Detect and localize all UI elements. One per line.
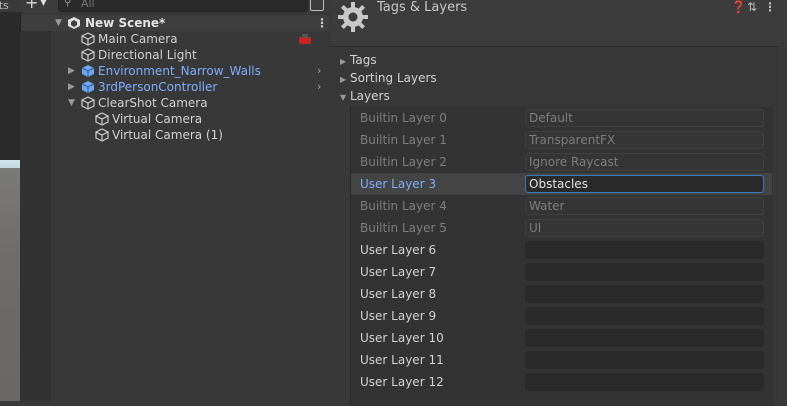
expand-arrow-icon[interactable]: ▼ xyxy=(55,15,62,31)
layer-input[interactable] xyxy=(525,241,764,259)
section-layers-label: Layers xyxy=(350,89,390,103)
hierarchy-item-clearshot[interactable]: ▼ ClearShot Camera xyxy=(21,95,329,111)
hierarchy-item-label: Virtual Camera (1) xyxy=(112,128,223,142)
layer-field: Water xyxy=(525,197,764,215)
layer-name: User Layer 7 xyxy=(360,265,437,279)
layer-row: Builtin Layer 4 Water xyxy=(351,195,772,217)
layer-name: Builtin Layer 1 xyxy=(360,133,447,147)
chevron-down-icon: ▼ xyxy=(40,0,47,7)
section-tags[interactable]: ▶ Tags xyxy=(340,51,377,69)
layer-name: User Layer 10 xyxy=(360,331,444,345)
scene-row[interactable]: ▼ New Scene* xyxy=(21,15,329,31)
kebab-menu-icon[interactable]: ⋮ xyxy=(316,16,328,30)
viewport-scene xyxy=(0,168,20,401)
hierarchy-item-label: Directional Light xyxy=(98,48,197,62)
gameobject-cube-icon xyxy=(81,32,95,46)
layer-input[interactable] xyxy=(525,307,764,325)
hierarchy-item-label: Virtual Camera xyxy=(112,112,203,126)
layer-name: User Layer 6 xyxy=(360,243,437,257)
layer-row[interactable]: User Layer 12 xyxy=(351,371,772,393)
layer-name: Builtin Layer 0 xyxy=(360,111,447,125)
layer-row: Builtin Layer 5 UI xyxy=(351,217,772,239)
viewport-tab-label: ats xyxy=(0,0,9,12)
layer-input[interactable] xyxy=(525,351,764,369)
settings-gear-icon xyxy=(338,2,368,32)
layer-input[interactable] xyxy=(525,263,764,281)
hierarchy-search[interactable]: ⚲ xyxy=(58,0,308,12)
viewport-tab[interactable]: ats xyxy=(0,0,20,12)
unity-scene-icon xyxy=(68,17,80,29)
layer-field: Default xyxy=(525,109,764,127)
hierarchy-item-3rdperson[interactable]: ▶ 3rdPersonController › xyxy=(21,79,329,95)
search-input[interactable] xyxy=(81,0,281,10)
gameobject-cube-icon xyxy=(95,128,109,142)
prefab-cube-icon xyxy=(81,81,95,93)
hierarchy-item-label: ClearShot Camera xyxy=(98,96,208,110)
kebab-menu-icon[interactable]: ⋮ xyxy=(764,0,776,14)
gameobject-cube-icon xyxy=(81,48,95,62)
hierarchy-item-virtual-camera[interactable]: Virtual Camera xyxy=(21,111,329,127)
layer-input[interactable] xyxy=(525,329,764,347)
chevron-right-icon[interactable]: › xyxy=(317,79,321,95)
layer-field: TransparentFX xyxy=(525,131,764,149)
layer-row[interactable]: User Layer 8 xyxy=(351,283,772,305)
hierarchy-item-label: Environment_Narrow_Walls xyxy=(98,64,261,78)
layer-row: Builtin Layer 1 TransparentFX xyxy=(351,129,772,151)
inspector-title: Tags & Layers xyxy=(377,0,468,15)
foldout-down-icon: ▼ xyxy=(340,93,347,102)
expand-arrow-icon[interactable]: ▶ xyxy=(68,63,75,79)
search-icon: ⚲ xyxy=(64,0,72,8)
chevron-right-icon[interactable]: › xyxy=(317,63,321,79)
help-icon[interactable]: ❓ xyxy=(731,0,746,14)
inspector-scrollbar[interactable] xyxy=(779,46,787,401)
layer-row-selected[interactable]: User Layer 3 Obstacles xyxy=(351,173,772,195)
add-object-button[interactable]: + ▼ xyxy=(25,0,55,11)
expand-arrow-icon[interactable]: ▶ xyxy=(68,79,75,95)
hierarchy-item-label: 3rdPersonController xyxy=(98,80,218,94)
section-sorting-layers[interactable]: ▶ Sorting Layers xyxy=(340,69,437,87)
layer-input[interactable] xyxy=(525,373,764,391)
hierarchy-item-label: Main Camera xyxy=(98,32,178,46)
expand-arrow-icon[interactable]: ▼ xyxy=(68,95,75,111)
layer-row[interactable]: User Layer 6 xyxy=(351,239,772,261)
lock-icon[interactable] xyxy=(310,0,324,11)
camera-warning-icon xyxy=(299,34,311,44)
section-tags-label: Tags xyxy=(350,53,377,67)
hierarchy-item-virtual-camera-1[interactable]: Virtual Camera (1) xyxy=(21,127,329,143)
scene-name: New Scene* xyxy=(85,16,166,30)
layer-input-active[interactable]: Obstacles xyxy=(525,175,764,193)
layer-name: Builtin Layer 2 xyxy=(360,155,447,169)
layer-row: Builtin Layer 2 Ignore Raycast xyxy=(351,151,772,173)
hierarchy-item-main-camera[interactable]: Main Camera xyxy=(21,31,329,47)
layer-name: Builtin Layer 5 xyxy=(360,221,447,235)
section-sorting-layers-label: Sorting Layers xyxy=(350,71,437,85)
layer-field: Ignore Raycast xyxy=(525,153,764,171)
layer-row: Builtin Layer 0 Default xyxy=(351,107,772,129)
layer-name: User Layer 12 xyxy=(360,375,444,389)
gameobject-cube-icon xyxy=(81,96,95,110)
hierarchy-item-environment[interactable]: ▶ Environment_Narrow_Walls › xyxy=(21,63,329,79)
preset-settings-icon[interactable]: ⇅ xyxy=(747,0,757,14)
layer-row[interactable]: User Layer 9 xyxy=(351,305,772,327)
layer-name: User Layer 3 xyxy=(360,177,437,191)
layer-name: Builtin Layer 4 xyxy=(360,199,447,213)
hierarchy-item-directional-light[interactable]: Directional Light xyxy=(21,47,329,63)
layer-name: User Layer 9 xyxy=(360,309,437,323)
layer-input[interactable] xyxy=(525,285,764,303)
layer-row[interactable]: User Layer 11 xyxy=(351,349,772,371)
scene-viewport[interactable]: ats xyxy=(0,0,20,401)
layer-name: User Layer 11 xyxy=(360,353,444,367)
layer-row[interactable]: User Layer 10 xyxy=(351,327,772,349)
gameobject-cube-icon xyxy=(95,112,109,126)
layer-name: User Layer 8 xyxy=(360,287,437,301)
prefab-cube-icon xyxy=(81,65,95,77)
layer-row[interactable]: User Layer 7 xyxy=(351,261,772,283)
section-layers[interactable]: ▼ Layers xyxy=(340,87,390,105)
layer-field: UI xyxy=(525,219,764,237)
